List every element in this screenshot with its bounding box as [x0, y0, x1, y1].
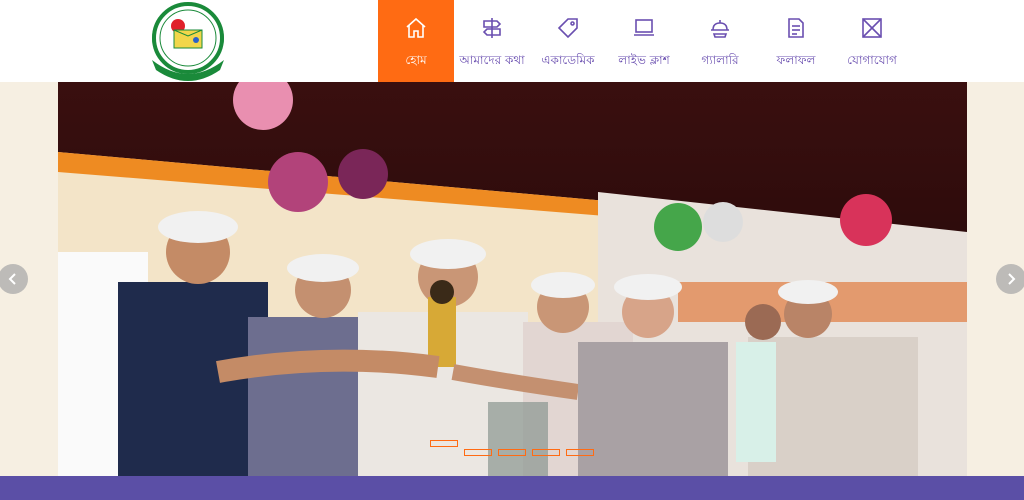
- nav-item-contact[interactable]: যোগাযোগ: [834, 0, 910, 82]
- signpost-icon: [480, 16, 504, 40]
- nav-item-label: গ্যালারি: [701, 53, 739, 67]
- nav-item-label: একাডেমিক: [541, 53, 595, 67]
- site-header: হোম আমাদের কথা একাডেমিক লাইভ ক্লাশ গ্যাল…: [0, 0, 1024, 82]
- contact-box-icon: [860, 16, 884, 40]
- nav-item-label: ফলাফল: [776, 53, 816, 67]
- nav-item-results[interactable]: ফলাফল: [758, 0, 834, 82]
- nav-item-live-class[interactable]: লাইভ ক্লাশ: [606, 0, 682, 82]
- home-icon: [404, 16, 428, 40]
- nav-item-label: হোম: [405, 53, 427, 67]
- main-nav: হোম আমাদের কথা একাডেমিক লাইভ ক্লাশ গ্যাল…: [378, 0, 910, 82]
- hero-carousel: [0, 82, 1024, 500]
- tag-icon: [556, 16, 580, 40]
- carousel-dot-3[interactable]: [498, 449, 526, 456]
- laptop-icon: [632, 16, 656, 40]
- carousel-dot-4[interactable]: [532, 449, 560, 456]
- nav-item-academic[interactable]: একাডেমিক: [530, 0, 606, 82]
- nav-item-home[interactable]: হোম: [378, 0, 454, 82]
- section-band: [0, 476, 1024, 500]
- carousel-indicators: [430, 440, 594, 456]
- carousel-dot-row: [464, 449, 594, 456]
- document-icon: [784, 16, 808, 40]
- dish-icon: [708, 16, 732, 40]
- nav-item-label: যোগাযোগ: [847, 53, 897, 67]
- carousel-dot-1[interactable]: [430, 440, 458, 447]
- carousel-next-button[interactable]: [996, 264, 1024, 294]
- nav-item-label: আমাদের কথা: [459, 53, 525, 67]
- chevron-left-icon: [8, 273, 16, 285]
- nav-item-about[interactable]: আমাদের কথা: [454, 0, 530, 82]
- school-logo[interactable]: [146, 0, 230, 82]
- carousel-prev-button[interactable]: [0, 264, 28, 294]
- nav-item-gallery[interactable]: গ্যালারি: [682, 0, 758, 82]
- carousel-dot-5[interactable]: [566, 449, 594, 456]
- nav-item-label: লাইভ ক্লাশ: [618, 53, 670, 67]
- carousel-slide-image: [58, 82, 967, 476]
- carousel-dot-2[interactable]: [464, 449, 492, 456]
- chevron-right-icon: [1008, 273, 1016, 285]
